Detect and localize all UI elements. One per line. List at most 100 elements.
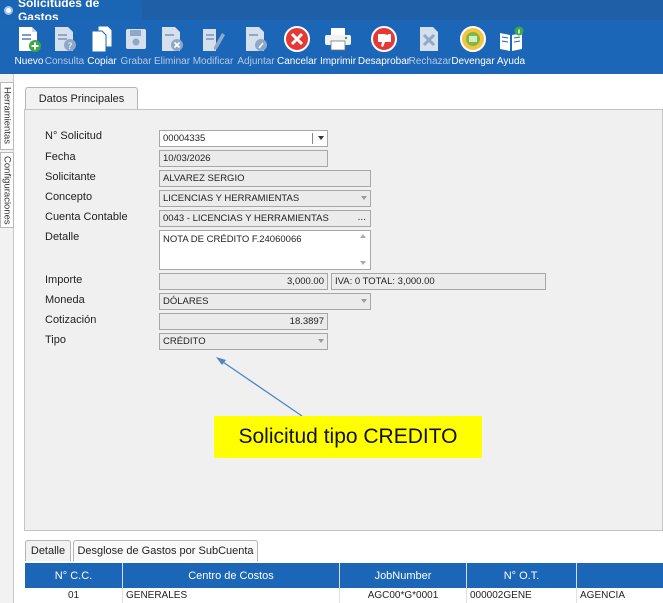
fecha-label: Fecha <box>45 151 76 163</box>
print-icon <box>324 25 352 53</box>
column-header-ot[interactable]: N° O.T. <box>467 563 577 588</box>
reject-icon <box>416 25 444 53</box>
moneda-value: DÓLARES <box>163 296 209 307</box>
annotation-arrow <box>216 357 303 417</box>
annotation-callout: Solicitud tipo CREDITO <box>214 416 482 458</box>
detalle-label: Detalle <box>45 231 80 243</box>
column-header-job[interactable]: JobNumber <box>340 563 467 588</box>
save-button[interactable]: Grabar <box>119 20 153 74</box>
query-button[interactable]: ? Consulta <box>44 20 85 74</box>
importe-label: Importe <box>45 274 83 286</box>
importe-field[interactable]: 3,000.00 <box>159 273 328 290</box>
side-tab-config[interactable]: Configuraciones <box>0 152 14 228</box>
attach-label: Adjuntar <box>237 56 275 67</box>
iva-total-value: IVA: 0 TOTAL: 3,000.00 <box>335 276 435 287</box>
cuenta-value: 0043 - LICENCIAS Y HERRAMIENTAS <box>163 213 329 224</box>
edit-label: Modificar <box>192 56 234 67</box>
tab-desglose[interactable]: Desglose de Gastos por SubCuenta <box>73 540 258 561</box>
save-icon <box>122 25 150 53</box>
new-doc-icon <box>15 25 43 53</box>
solicitante-label: Solicitante <box>45 171 96 183</box>
fecha-value: 10/03/2026 <box>163 153 211 164</box>
side-tab-tools[interactable]: Herramientas <box>0 82 14 150</box>
window-tab[interactable]: Solicitudes de Gastos <box>0 0 142 24</box>
column-header-extra[interactable] <box>577 563 663 588</box>
cell-job: AGC00*G*0001 <box>340 588 467 603</box>
solicitud-divider <box>312 133 313 144</box>
new-button[interactable]: Nuevo <box>14 20 44 74</box>
column-header-cc[interactable]: N° C.C. <box>25 563 123 588</box>
moneda-label: Moneda <box>45 294 85 306</box>
side-panel: Herramientas Configuraciones <box>0 74 14 603</box>
attach-icon <box>242 25 270 53</box>
new-label: Nuevo <box>14 56 44 67</box>
chevron-down-icon <box>361 299 367 303</box>
edit-icon <box>199 25 227 53</box>
thumbs-down-icon <box>370 25 398 53</box>
query-doc-icon: ? <box>51 25 79 53</box>
concepto-value: LICENCIAS Y HERRAMIENTAS <box>163 193 300 204</box>
delete-label: Eliminar <box>153 56 191 67</box>
toolbar: Nuevo ? Consulta Copiar Grabar Eliminar … <box>0 20 663 74</box>
cell-cc: 01 <box>25 588 123 603</box>
chevron-down-icon <box>318 339 324 343</box>
print-label: Imprimir <box>319 56 357 67</box>
copy-button[interactable]: Copiar <box>85 20 119 74</box>
concepto-select[interactable]: LICENCIAS Y HERRAMIENTAS <box>159 190 371 207</box>
column-header-centro[interactable]: Centro de Costos <box>123 563 340 588</box>
chevron-down-icon <box>361 196 367 200</box>
accrue-icon <box>459 25 487 53</box>
table-row[interactable]: 01 GENERALES AGC00*G*0001 000002GENE AGE… <box>25 588 663 603</box>
concepto-label: Concepto <box>45 191 93 203</box>
cotizacion-label: Cotización <box>45 314 97 326</box>
solicitante-value: ALVAREZ SERGIO <box>163 173 245 184</box>
edit-button[interactable]: Modificar <box>191 20 235 74</box>
accrue-button[interactable]: Devengar <box>451 20 495 74</box>
grid-header: N° C.C. Centro de Costos JobNumber N° O.… <box>25 563 663 588</box>
cotizacion-value: 18.3897 <box>289 316 324 327</box>
main-area: Datos Principales <box>14 74 663 603</box>
detalle-value: NOTA DE CRÉDITO F.24060066 <box>163 234 302 245</box>
query-label: Consulta <box>44 56 85 67</box>
copy-label: Copiar <box>87 56 117 67</box>
help-label: Ayuda <box>496 56 526 67</box>
tab-detalle[interactable]: Detalle <box>25 540 71 561</box>
print-button[interactable]: Imprimir <box>317 20 359 74</box>
scroll-up-icon[interactable] <box>360 234 366 238</box>
cuenta-label: Cuenta Contable <box>45 211 128 223</box>
delete-button[interactable]: Eliminar <box>153 20 191 74</box>
cuenta-browse-button[interactable]: ... <box>358 212 366 223</box>
svg-text:?: ? <box>67 42 72 52</box>
tipo-value: CRÉDITO <box>163 336 206 347</box>
help-book-icon <box>497 25 525 53</box>
cancel-label: Cancelar <box>276 56 318 67</box>
disapprove-button[interactable]: Desaprobar <box>357 20 411 74</box>
tab-datos-principales[interactable]: Datos Principales <box>25 87 138 110</box>
solicitante-field[interactable]: ALVAREZ SERGIO <box>159 170 371 187</box>
cuenta-field[interactable]: 0043 - LICENCIAS Y HERRAMIENTAS ... <box>159 210 371 227</box>
solicitud-value: 00004335 <box>163 133 206 144</box>
cancel-button[interactable]: Cancelar <box>277 20 317 74</box>
fecha-field[interactable]: 10/03/2026 <box>159 150 328 167</box>
cotizacion-field[interactable]: 18.3897 <box>159 313 328 330</box>
cancel-icon <box>283 25 311 53</box>
chevron-down-icon <box>318 136 324 140</box>
solicitud-label: N° Solicitud <box>45 130 102 142</box>
delete-doc-icon <box>158 25 186 53</box>
solicitud-select[interactable]: 00004335 <box>159 130 328 147</box>
moneda-select[interactable]: DÓLARES <box>159 293 371 310</box>
help-button[interactable]: Ayuda <box>495 20 527 74</box>
reject-button[interactable]: Rechazar <box>409 20 451 74</box>
importe-value: 3,000.00 <box>287 276 324 287</box>
save-label: Grabar <box>120 56 152 67</box>
tipo-select[interactable]: CRÉDITO <box>159 333 328 350</box>
accrue-label: Devengar <box>451 56 495 67</box>
iva-total-field: IVA: 0 TOTAL: 3,000.00 <box>331 273 546 290</box>
scroll-down-icon[interactable] <box>360 261 366 265</box>
attach-button[interactable]: Adjuntar <box>235 20 277 74</box>
cell-ot: 000002GENE <box>467 588 577 603</box>
tipo-label: Tipo <box>45 334 66 346</box>
cell-centro: GENERALES <box>123 588 340 603</box>
disapprove-label: Desaprobar <box>357 56 411 67</box>
detalle-textarea[interactable]: NOTA DE CRÉDITO F.24060066 <box>159 230 371 270</box>
